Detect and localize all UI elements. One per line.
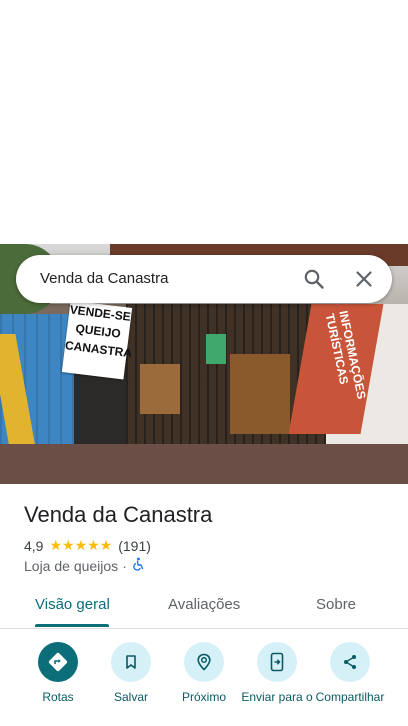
active-tab-indicator [35,624,109,627]
place-category: Loja de queijos [24,557,119,574]
rating-value: 4,9 [24,537,44,554]
tab-about[interactable]: Sobre [316,596,356,613]
save-button[interactable]: Salvar [93,642,169,704]
share-label: Compartilhar [315,690,385,704]
tab-overview[interactable]: Visão geral [35,596,110,613]
share-icon[interactable] [330,642,370,682]
tab-reviews[interactable]: Avaliações [168,596,240,613]
review-count[interactable]: (191) [118,538,151,554]
photo-floor [0,444,408,484]
wheelchair-accessible-icon [131,557,145,574]
send-to-phone-label: Enviar para o [241,690,313,704]
nearby-icon[interactable] [184,642,224,682]
photo-sign: VENDE-SE QUEIJO CANASTRA [61,300,133,380]
nearby-button[interactable]: Próximo [166,642,242,704]
share-button[interactable]: Compartilhar [312,642,388,704]
rating-row[interactable]: 4,9 ★★★★★ (191) [24,537,151,554]
place-title: Venda da Canastra [24,502,213,527]
search-bar[interactable]: Venda da Canastra [16,255,392,303]
save-label: Salvar [113,690,148,704]
tab-bar: Visão geral Avaliações Sobre [0,586,408,629]
close-icon[interactable] [352,267,376,291]
photo-green-item [206,334,226,364]
directions-icon[interactable] [38,642,78,682]
directions-button[interactable]: Rotas [20,642,96,704]
separator: · [122,557,127,574]
photo-shelf [230,354,290,434]
directions-label: Rotas [42,690,74,704]
photo-shelf [140,364,180,414]
search-query[interactable]: Venda da Canastra [40,270,168,287]
nearby-label: Próximo [181,690,226,704]
map-area[interactable] [0,0,408,244]
rating-stars-icon: ★★★★★ [49,537,113,553]
search-icon[interactable] [302,267,326,291]
send-to-phone-button[interactable]: Enviar para o [239,642,315,704]
bookmark-icon[interactable] [111,642,151,682]
send-to-phone-icon[interactable] [257,642,297,682]
category-row: Loja de queijos · [24,557,145,574]
